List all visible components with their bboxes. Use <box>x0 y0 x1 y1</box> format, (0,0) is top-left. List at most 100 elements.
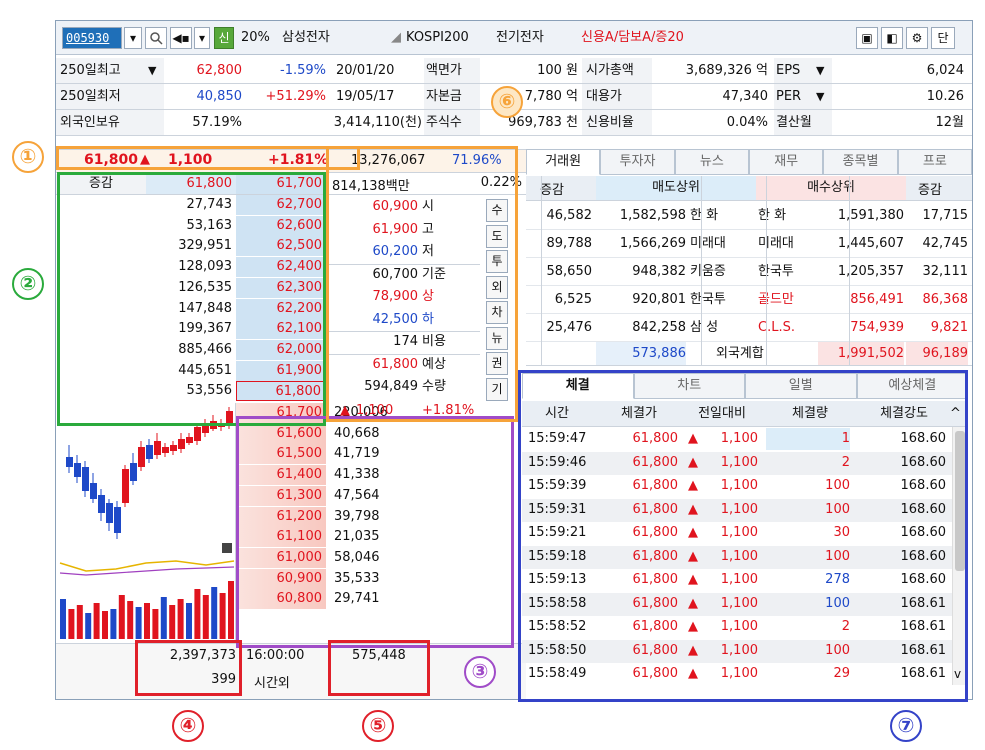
trade-row[interactable]: 15:58:49 61,800 ▲ 1,100 29 168.61 <box>522 663 952 686</box>
after-hours-label: 시간외 <box>254 676 290 691</box>
info-value: 57.19% <box>192 115 242 130</box>
trade-time: 15:58:52 <box>528 619 587 634</box>
volume-bar <box>152 609 159 639</box>
orderbook-header: 증감 61,800 61,700 814,138백만 0.22% <box>56 174 526 195</box>
chevron-down-icon[interactable]: ▾ <box>124 27 142 49</box>
broker-row[interactable]: 6,525 920,801 한국투 골드만 856,491 86,368 <box>526 286 972 314</box>
up-triangle-icon: ▲ <box>340 403 350 418</box>
trade-row[interactable]: 15:59:31 61,800 ▲ 1,100 100 168.60 <box>522 498 952 522</box>
ask-price[interactable]: 62,000 <box>236 339 326 360</box>
bid-price[interactable]: 61,600 <box>236 423 326 444</box>
trade-row[interactable]: 15:59:18 61,800 ▲ 1,100 100 168.60 <box>522 545 952 569</box>
side-button[interactable]: 도 <box>486 224 508 248</box>
ask-price[interactable]: 61,900 <box>236 360 326 381</box>
bid-price[interactable]: 61,700 <box>236 403 326 423</box>
tab-broker-4[interactable]: 종목별 <box>823 149 898 175</box>
scroll-up-icon[interactable]: ^ <box>950 401 961 426</box>
tab-broker-5[interactable]: 프로 <box>897 149 972 175</box>
trade-row[interactable]: 15:58:50 61,800 ▲ 1,100 100 168.61 <box>522 639 952 663</box>
ask-row: 128,093 62,400 <box>56 257 326 278</box>
window-icon[interactable]: ▣ <box>856 27 878 49</box>
chevron-down-icon[interactable]: ▼ <box>148 58 164 83</box>
trade-row[interactable]: 15:59:21 61,800 ▲ 1,100 30 168.60 <box>522 522 952 545</box>
side-button[interactable]: 차 <box>486 301 508 324</box>
broker-row[interactable]: 46,582 1,582,598 한 화 한 화 1,591,380 17,715 <box>526 202 972 230</box>
buy-broker: 골드만 <box>758 292 794 307</box>
bid-price[interactable]: 61,500 <box>236 444 326 465</box>
bid-price[interactable]: 61,200 <box>236 506 326 527</box>
volume-bar <box>202 595 209 639</box>
bid-price[interactable]: 60,900 <box>236 568 326 589</box>
chevron-down-icon[interactable]: ▾ <box>194 27 210 49</box>
sell-qty: 842,258 <box>632 320 686 335</box>
layout-icon[interactable]: ◧ <box>881 27 903 49</box>
summary-row: 61,800 예상 <box>332 355 482 376</box>
trade-row[interactable]: 15:58:58 61,800 ▲ 1,100 100 168.61 <box>522 592 952 616</box>
tab-trades-1[interactable]: 차트 <box>633 373 745 399</box>
bid-price[interactable]: 61,400 <box>236 465 326 486</box>
tab-trades-3[interactable]: 예상체결 <box>856 373 968 399</box>
menu-button[interactable]: 단 <box>931 27 955 49</box>
stock-code-input[interactable]: 005930 <box>62 27 122 49</box>
side-button[interactable]: 투 <box>486 250 508 273</box>
ask-price[interactable]: 62,400 <box>236 257 326 278</box>
trade-row[interactable]: 15:59:13 61,800 ▲ 1,100 278 168.60 <box>522 569 952 592</box>
ask-price[interactable]: 62,100 <box>236 319 326 340</box>
orderbook-divider <box>326 174 327 403</box>
expected-change-value: 1,100 <box>356 403 394 418</box>
ask-price[interactable]: 62,700 <box>236 195 326 215</box>
up-triangle-icon: ▲ <box>688 431 698 446</box>
bid-price[interactable]: 61,000 <box>236 547 326 568</box>
expected-change: ▲ 1,100 +1.81% <box>340 401 520 422</box>
scroll-down-icon[interactable]: v <box>954 667 961 681</box>
bid-price[interactable]: 61,300 <box>236 485 326 506</box>
summary-row: 78,900 상 <box>332 287 482 308</box>
sell-diff: 58,650 <box>546 264 593 279</box>
speaker-icon[interactable]: ◀▪ <box>170 27 192 49</box>
side-button[interactable]: 뉴 <box>486 326 508 350</box>
buy-qty: 1,445,607 <box>837 236 904 251</box>
trade-change: 1,100 <box>720 431 758 446</box>
tab-broker-1[interactable]: 투자자 <box>600 149 675 175</box>
chevron-down-icon[interactable]: ▼ <box>816 84 832 109</box>
ask-price[interactable]: 62,200 <box>236 298 326 319</box>
ask-price[interactable]: 62,300 <box>236 277 326 298</box>
ask-price[interactable]: 62,600 <box>236 215 326 236</box>
broker-row[interactable]: 25,476 842,258 삼 성 C.L.S. 754,939 9,821 <box>526 314 972 342</box>
broker-row[interactable]: 58,650 948,382 키움증 한국투 1,205,357 32,111 <box>526 258 972 286</box>
tab-broker-0[interactable]: 거래원 <box>526 149 601 175</box>
info-value: 3,689,326 억 <box>685 63 768 78</box>
ask-qty: 53,556 <box>186 383 233 399</box>
ask-price[interactable]: 62,500 <box>236 236 326 257</box>
search-icon[interactable] <box>145 27 167 49</box>
trade-price: 61,800 <box>632 666 679 681</box>
summary-row: 60,700 기준 <box>332 265 482 286</box>
scroll-thumb[interactable] <box>955 431 965 571</box>
bid-price[interactable]: 60,800 <box>236 589 326 610</box>
bid-price[interactable]: 61,100 <box>236 527 326 548</box>
trade-row[interactable]: 15:59:47 61,800 ▲ 1,100 1 168.60 <box>522 428 952 451</box>
tab-trades-0[interactable]: 체결 <box>522 373 634 399</box>
trade-strength: 168.61 <box>900 619 947 634</box>
sell-diff: 46,582 <box>546 208 593 223</box>
broker-row[interactable]: 89,788 1,566,269 미래대 미래대 1,445,607 42,745 <box>526 230 972 258</box>
side-button[interactable]: 수 <box>486 199 508 222</box>
tab-broker-3[interactable]: 재무 <box>749 149 824 175</box>
ask-price[interactable]: 61,800 <box>236 381 326 402</box>
chevron-down-icon[interactable]: ▼ <box>816 58 832 83</box>
side-button[interactable]: 외 <box>486 275 508 299</box>
gear-icon[interactable]: ⚙ <box>906 27 928 49</box>
trade-row[interactable]: 15:58:52 61,800 ▲ 1,100 2 168.61 <box>522 616 952 639</box>
tab-broker-2[interactable]: 뉴스 <box>674 149 749 175</box>
side-button[interactable]: 권 <box>486 352 508 375</box>
trade-row[interactable]: 15:59:46 61,800 ▲ 1,100 2 168.60 <box>522 451 952 475</box>
candle <box>66 457 73 467</box>
ask-qty: 27,743 <box>186 197 233 212</box>
tab-trades-2[interactable]: 일별 <box>745 373 857 399</box>
side-button[interactable]: 기 <box>486 377 508 401</box>
annotation-badge-6: ⑥ <box>491 86 523 118</box>
volume-bar <box>127 601 134 639</box>
trade-row[interactable]: 15:59:39 61,800 ▲ 1,100 100 168.60 <box>522 475 952 498</box>
up-triangle-icon: ▲ <box>688 666 698 681</box>
up-triangle-icon: ▲ <box>688 454 698 470</box>
